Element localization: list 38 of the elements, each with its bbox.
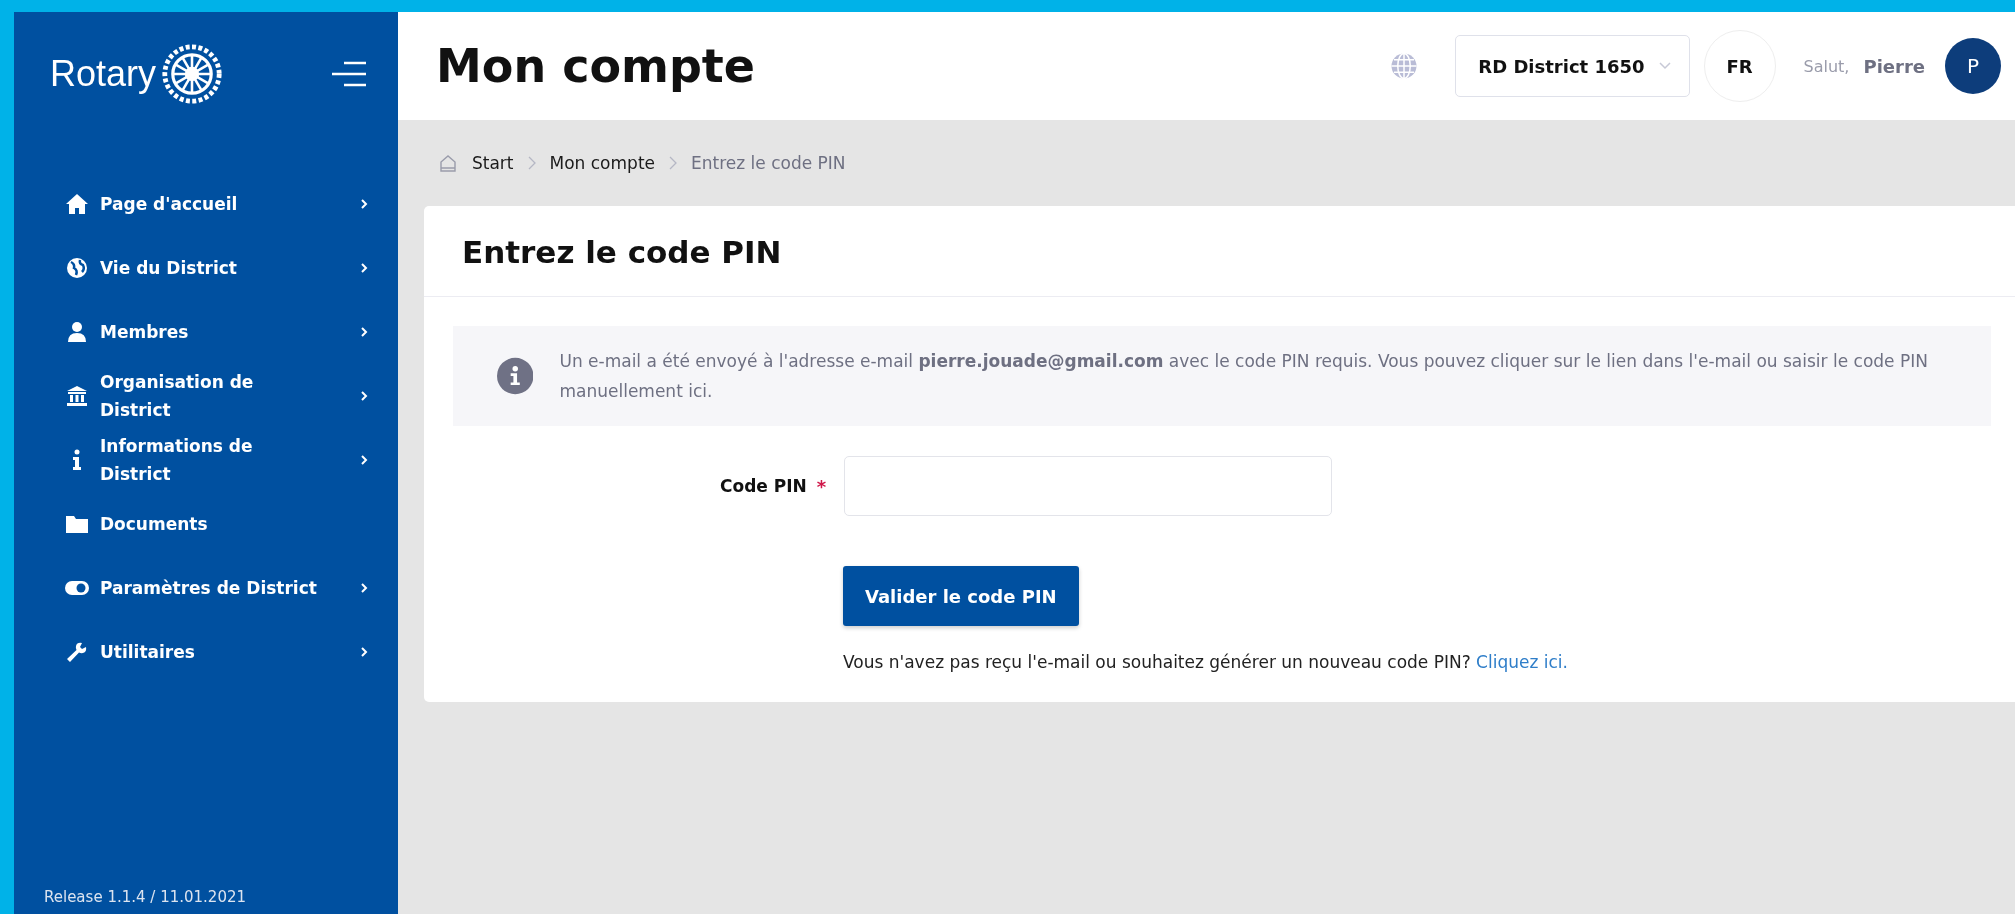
globe-icon[interactable]	[1389, 51, 1420, 81]
nav-item[interactable]: Organisation de District	[64, 364, 368, 428]
nav-item[interactable]: Vie du District	[64, 236, 368, 300]
globe-icon	[64, 256, 90, 280]
release-version-text: Release 1.1.4 / 11.01.2021	[43, 888, 248, 908]
info-icon	[497, 356, 534, 396]
info-message: Un e-mail a été envoyé à l'adresse e-mail pierre.jouade@gmail.com avec le code PIN requis. Vous pouvez cliquer sur le lien dans l'e-mail ou saisir le code PIN manuellement ici.	[559, 350, 1929, 403]
nav-item[interactable]: Informations de District	[64, 428, 368, 492]
resend-link[interactable]: Cliquez ici.	[1476, 652, 1568, 672]
field-label: Code PIN	[720, 476, 807, 496]
breadcrumb-link[interactable]: Mon compte	[549, 153, 655, 173]
greeting-text: Salut,	[1803, 56, 1850, 76]
logo-text: Rotary	[50, 53, 157, 95]
nav-item[interactable]: Utilitaires	[64, 620, 368, 684]
nav-item[interactable]: Page d'accueil	[64, 172, 368, 236]
user-avatar[interactable]: P	[1945, 38, 2001, 94]
nav-item[interactable]: Membres	[64, 300, 368, 364]
pin-input-field[interactable]	[844, 456, 1333, 516]
breadcrumb-link[interactable]: Entrez le code PIN	[691, 153, 846, 173]
home-icon[interactable]	[438, 153, 458, 173]
breadcrumb-link[interactable]: Start	[472, 153, 514, 173]
chevron-right-icon	[669, 156, 677, 170]
language-button[interactable]: FR	[1703, 30, 1776, 102]
district-dropdown[interactable]: RD District 1650	[1455, 35, 1690, 97]
required-asterisk: *	[816, 475, 827, 497]
page-title: Mon compte	[436, 39, 756, 93]
building-icon	[64, 384, 90, 408]
resend-message: Vous n'avez pas reçu l'e-mail ou souhaitez générer un nouveau code PIN? Cliquez ici.	[843, 652, 1569, 672]
nav-item[interactable]: Documents	[64, 492, 368, 556]
wheel-logo-icon	[160, 42, 225, 106]
chevron-right-icon	[527, 156, 536, 170]
submit-button[interactable]: Valider le code PIN	[843, 566, 1079, 626]
user-name: Pierre	[1863, 55, 1925, 77]
card-title: Entrez le code PIN	[424, 206, 2015, 297]
chevron-down-icon	[1658, 62, 1671, 70]
menu-icon[interactable]	[332, 61, 366, 87]
house-icon	[64, 192, 90, 216]
nav-item[interactable]: Paramètres de District	[64, 556, 368, 620]
